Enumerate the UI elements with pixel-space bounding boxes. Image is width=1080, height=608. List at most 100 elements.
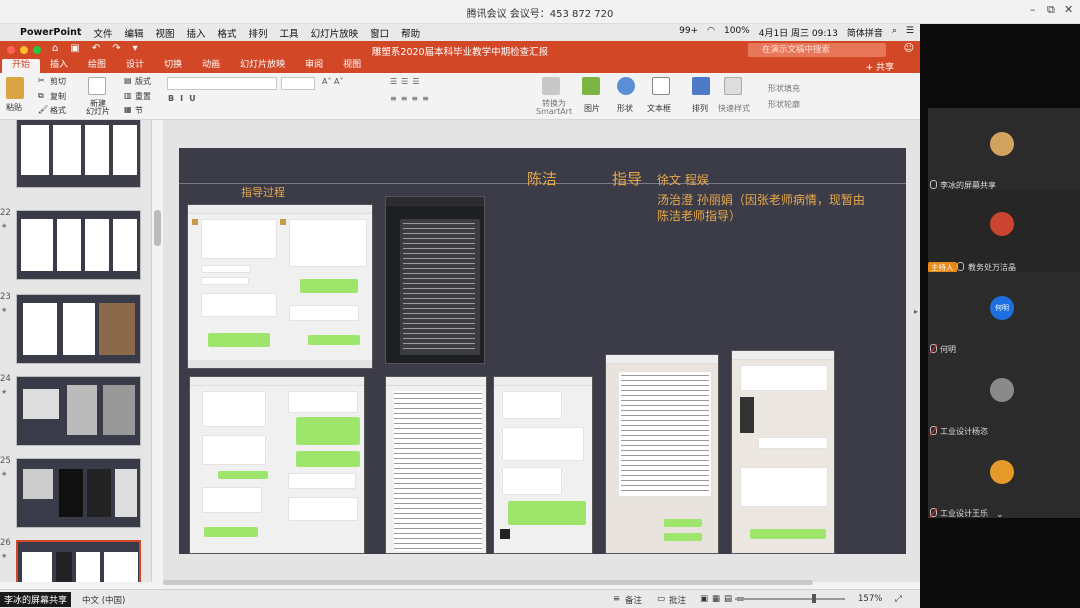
slide-thumbnail-selected[interactable] (16, 540, 141, 582)
paste-icon[interactable] (6, 77, 24, 99)
menu-format[interactable]: 格式 (218, 26, 237, 40)
minimize-icon[interactable]: – (1030, 3, 1036, 16)
tab-view[interactable]: 视图 (333, 59, 371, 73)
tab-home[interactable]: 开始 (2, 59, 41, 73)
copy-icon[interactable]: ⧉ (38, 91, 44, 101)
cut-button[interactable]: 剪切 (50, 76, 66, 87)
menu-slideshow[interactable]: 幻灯片放映 (311, 26, 359, 40)
zoom-slider[interactable] (735, 598, 845, 600)
section-button[interactable]: 节 (135, 105, 143, 116)
restore-icon[interactable]: ⧉ (1047, 3, 1055, 17)
tutors-line-1: 徐文 程娱 (657, 173, 709, 187)
comments-icon[interactable]: ▭ (657, 594, 665, 604)
slide-thumbnail[interactable] (16, 120, 141, 188)
quick-styles-button[interactable]: 快速样式 (718, 103, 750, 114)
reset-icon[interactable]: ▥ (124, 91, 132, 100)
fit-to-window-icon[interactable]: ⤢ (895, 594, 902, 604)
participant-tile[interactable]: 何明 何明 (928, 272, 1080, 354)
smiley-icon[interactable]: ☺ (904, 43, 914, 54)
input-method[interactable]: 简体拼音 (847, 26, 883, 39)
avatar (990, 460, 1014, 484)
menu-edit[interactable]: 编辑 (124, 26, 143, 40)
close-icon[interactable]: ✕ (1064, 3, 1073, 16)
tab-draw[interactable]: 绘图 (78, 59, 116, 73)
chat-screenshot (189, 376, 365, 554)
font-style-buttons[interactable]: BIU (168, 94, 202, 103)
star-icon: ★ (1, 388, 8, 396)
shape-icon[interactable] (617, 77, 635, 95)
layout-button[interactable]: 版式 (135, 76, 151, 87)
new-slide-icon[interactable] (88, 77, 106, 95)
font-grow-icon[interactable]: A˄ A˅ (322, 77, 344, 86)
collapse-notes-icon[interactable]: ▸ (914, 307, 918, 316)
menu-window[interactable]: 窗口 (370, 26, 389, 40)
smartart-icon[interactable] (542, 77, 560, 95)
shape-outline-button[interactable]: 形状轮廓 (768, 99, 800, 110)
tab-slideshow[interactable]: 幻灯片放映 (230, 59, 295, 73)
participant-tile[interactable]: 李冰的屏幕共享 (928, 108, 1080, 190)
convert-smartart-button[interactable]: 转换为 SmartArt (536, 100, 572, 116)
copy-button[interactable]: 复制 (50, 91, 66, 102)
slide-thumbnail[interactable] (16, 458, 141, 528)
arrange-button[interactable]: 排列 (692, 103, 708, 114)
slide-thumbnail[interactable] (16, 376, 141, 446)
section-icon[interactable]: ▦ (124, 105, 132, 114)
slide-thumbnail[interactable] (16, 210, 141, 280)
font-size-input[interactable] (281, 77, 315, 90)
chat-screenshot (605, 354, 719, 554)
menu-file[interactable]: 文件 (93, 26, 112, 40)
participant-tile[interactable]: 工业设计王乐 (928, 436, 1080, 518)
expand-list-icon[interactable]: ⌄ (996, 510, 1004, 520)
font-name-input[interactable] (167, 77, 277, 90)
align-buttons[interactable]: ≡≡≡≡ (390, 94, 433, 103)
menu-app-name[interactable]: PowerPoint (20, 27, 81, 38)
clock[interactable]: 4月1日 周三 09:13 (759, 26, 838, 39)
wifi-icon[interactable]: ◠ (707, 26, 715, 39)
layout-icon[interactable]: ▤ (124, 76, 132, 85)
search-icon[interactable]: ⌕ (892, 26, 897, 39)
menu-help[interactable]: 帮助 (401, 26, 420, 40)
zoom-slider-thumb[interactable] (812, 594, 816, 603)
battery-level[interactable]: 100% (724, 26, 750, 39)
comments-button[interactable]: 批注 (669, 594, 686, 606)
shape-button[interactable]: 形状 (617, 103, 633, 114)
shape-fill-button[interactable]: 形状填充 (768, 83, 800, 94)
cut-icon[interactable]: ✂ (38, 76, 45, 85)
tab-transitions[interactable]: 切换 (154, 59, 192, 73)
current-slide[interactable]: 指导过程 陈洁 指导 徐文 程娱 汤治澄 孙丽娟（因张老师病情，现暂由 陈洁老师… (179, 148, 906, 554)
participant-tile[interactable]: 工业设计杨恣 (928, 354, 1080, 436)
participant-tile[interactable]: 主持人 教务处万洁晶 (928, 190, 1080, 273)
search-input[interactable]: 在演示文稿中搜索 (748, 43, 886, 57)
textbox-button[interactable]: 文本框 (647, 103, 671, 114)
tab-insert[interactable]: 插入 (40, 59, 78, 73)
mic-muted-icon (930, 426, 937, 435)
tab-review[interactable]: 审阅 (295, 59, 333, 73)
menu-view[interactable]: 视图 (155, 26, 174, 40)
list-buttons[interactable]: ☰☰☰ (390, 77, 424, 86)
control-center-icon[interactable]: ☰ (906, 26, 914, 39)
menu-tools[interactable]: 工具 (280, 26, 299, 40)
tab-animations[interactable]: 动画 (192, 59, 230, 73)
wechat-badge[interactable]: 99+ (679, 26, 698, 39)
thumbnail-scrollbar[interactable] (154, 210, 161, 246)
format-painter-button[interactable]: 格式 (50, 105, 66, 116)
tab-design[interactable]: 设计 (116, 59, 154, 73)
star-icon: ★ (1, 470, 8, 478)
format-painter-icon[interactable]: 🖌 (38, 105, 48, 114)
notes-button[interactable]: 备注 (625, 594, 642, 606)
new-slide-button[interactable]: 新建 幻灯片 (86, 100, 110, 116)
menu-arrange[interactable]: 排列 (249, 26, 268, 40)
slide-thumbnail[interactable] (16, 294, 141, 364)
zoom-level[interactable]: 157% (858, 594, 882, 604)
notes-icon[interactable]: ≡ (613, 594, 620, 604)
paste-button[interactable]: 粘贴 (6, 102, 22, 113)
picture-icon[interactable] (582, 77, 600, 95)
share-button[interactable]: + 共享 (866, 60, 894, 73)
horizontal-scrollbar[interactable] (163, 580, 920, 585)
textbox-icon[interactable] (652, 77, 670, 95)
reset-button[interactable]: 重置 (135, 91, 151, 102)
arrange-icon[interactable] (692, 77, 710, 95)
picture-button[interactable]: 图片 (584, 103, 600, 114)
menu-insert[interactable]: 插入 (187, 26, 206, 40)
quick-styles-icon[interactable] (724, 77, 742, 95)
